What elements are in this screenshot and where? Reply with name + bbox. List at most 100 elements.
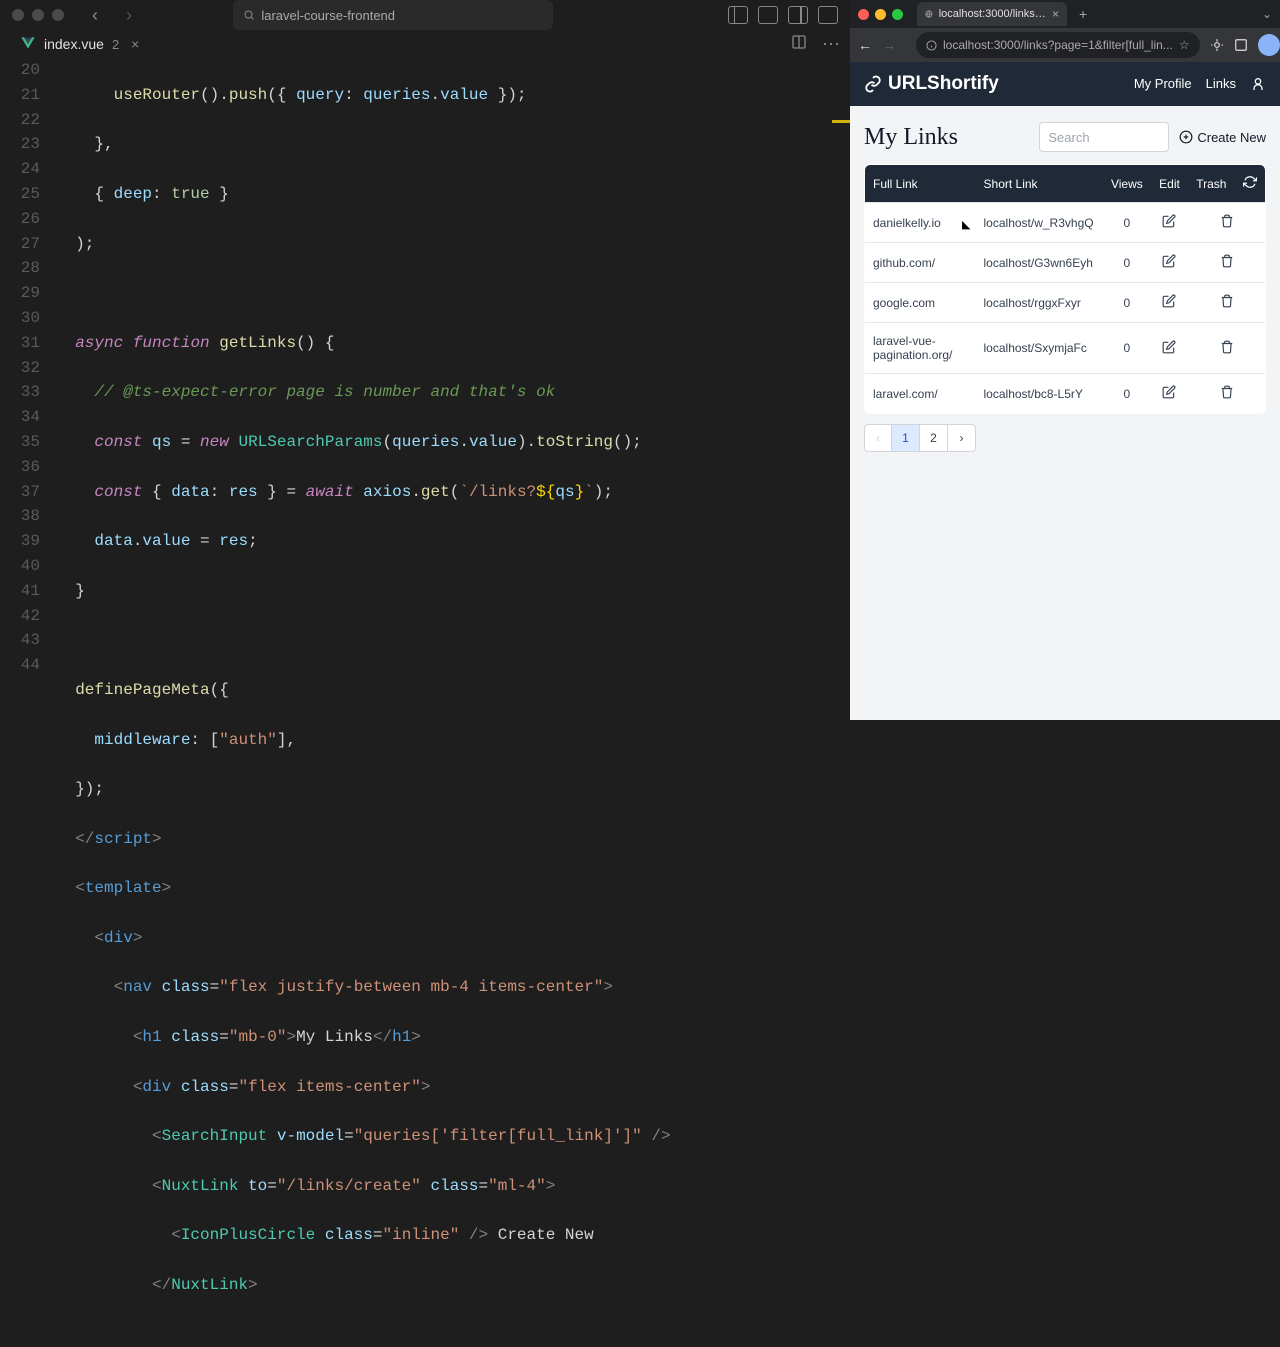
editor-toolbar: ‹ › laravel-course-frontend bbox=[0, 0, 850, 30]
editor-tab[interactable]: index.vue 2 × bbox=[10, 30, 149, 58]
browser-close[interactable] bbox=[858, 9, 869, 20]
trash-icon bbox=[1220, 340, 1234, 354]
code-area[interactable]: 2021222324 2526272829 3031323334 3536373… bbox=[0, 58, 850, 1347]
col-views[interactable]: Views bbox=[1103, 165, 1151, 203]
app-nav: My Profile Links bbox=[1134, 76, 1266, 92]
search-input[interactable]: Search bbox=[1039, 122, 1169, 152]
close-window[interactable] bbox=[12, 9, 24, 21]
edit-button[interactable] bbox=[1151, 203, 1188, 243]
edit-icon bbox=[1162, 294, 1176, 308]
col-refresh[interactable] bbox=[1235, 165, 1266, 203]
extensions-icon[interactable] bbox=[1210, 38, 1224, 52]
search-placeholder: Search bbox=[1048, 130, 1089, 145]
cell-short-link[interactable]: localhost/w_R3vhgQ bbox=[976, 203, 1103, 243]
project-name: laravel-course-frontend bbox=[261, 8, 395, 23]
nav-back[interactable]: ‹ bbox=[84, 1, 106, 30]
browser-titlebar: localhost:3000/links?page=1 × + ⌄ bbox=[850, 0, 1280, 28]
panel-left-icon[interactable] bbox=[728, 6, 748, 24]
url-text: localhost:3000/links?page=1&filter[full_… bbox=[943, 38, 1173, 52]
edit-icon bbox=[1162, 340, 1176, 354]
edit-button[interactable] bbox=[1151, 283, 1188, 323]
table-row: google.com localhost/rggxFxyr 0 bbox=[865, 283, 1266, 323]
code-editor-pane: ‹ › laravel-course-frontend index.vue 2 … bbox=[0, 0, 850, 720]
trash-icon bbox=[1220, 214, 1234, 228]
cell-full-link[interactable]: danielkelly.io bbox=[865, 203, 976, 243]
create-label: Create New bbox=[1197, 130, 1266, 145]
code-content[interactable]: useRouter().push({ query: queries.value … bbox=[56, 58, 850, 1347]
command-palette[interactable]: laravel-course-frontend bbox=[233, 0, 553, 30]
cell-full-link[interactable]: laravel-vue-pagination.org/ bbox=[865, 323, 976, 374]
table-row: github.com/ localhost/G3wn6Eyh 0 bbox=[865, 243, 1266, 283]
app-header: URLShortify My Profile Links bbox=[850, 62, 1280, 106]
minimap-marker bbox=[832, 120, 850, 123]
browser-back[interactable]: ← bbox=[858, 37, 872, 53]
vue-icon bbox=[20, 37, 36, 51]
panel-icon[interactable] bbox=[1234, 38, 1248, 52]
browser-address-bar: ← → localhost:3000/links?page=1&filter[f… bbox=[850, 28, 1280, 62]
more-actions-icon[interactable]: ⋯ bbox=[822, 34, 840, 55]
cell-full-link[interactable]: google.com bbox=[865, 283, 976, 323]
browser-tab[interactable]: localhost:3000/links?page=1 × bbox=[917, 2, 1067, 26]
delete-button[interactable] bbox=[1188, 243, 1266, 283]
cell-views: 0 bbox=[1103, 283, 1151, 323]
delete-button[interactable] bbox=[1188, 374, 1266, 414]
cell-full-link[interactable]: github.com/ bbox=[865, 243, 976, 283]
new-tab-button[interactable]: + bbox=[1079, 6, 1087, 22]
tab-badge: 2 bbox=[112, 37, 119, 52]
cell-short-link[interactable]: localhost/bc8-L5rY bbox=[976, 374, 1103, 414]
page-1[interactable]: 1 bbox=[892, 424, 920, 452]
cell-short-link[interactable]: localhost/SxymjaFc bbox=[976, 323, 1103, 374]
create-new-button[interactable]: Create New bbox=[1179, 130, 1266, 145]
delete-button[interactable] bbox=[1188, 283, 1266, 323]
minimize-window[interactable] bbox=[32, 9, 44, 21]
nav-links[interactable]: Links bbox=[1206, 76, 1236, 92]
refresh-icon bbox=[1243, 175, 1257, 189]
cell-short-link[interactable]: localhost/G3wn6Eyh bbox=[976, 243, 1103, 283]
panel-right-icon[interactable] bbox=[788, 6, 808, 24]
maximize-window[interactable] bbox=[52, 9, 64, 21]
panel-bottom-icon[interactable] bbox=[758, 6, 778, 24]
profile-avatar[interactable] bbox=[1258, 34, 1280, 56]
browser-pane: localhost:3000/links?page=1 × + ⌄ ← → lo… bbox=[850, 0, 1280, 720]
panel-layout-icon[interactable] bbox=[818, 6, 838, 24]
page-next[interactable]: › bbox=[948, 424, 976, 452]
browser-minimize[interactable] bbox=[875, 9, 886, 20]
tab-overflow-icon[interactable]: ⌄ bbox=[1262, 7, 1272, 21]
edit-button[interactable] bbox=[1151, 243, 1188, 283]
col-full-link[interactable]: Full Link bbox=[865, 165, 976, 203]
page-2[interactable]: 2 bbox=[920, 424, 948, 452]
trash-icon bbox=[1220, 385, 1234, 399]
cell-full-link[interactable]: laravel.com/ bbox=[865, 374, 976, 414]
tab-filename: index.vue bbox=[44, 36, 104, 52]
info-icon bbox=[926, 40, 937, 51]
page-header: My Links Search Create New bbox=[864, 122, 1266, 152]
cell-views: 0 bbox=[1103, 203, 1151, 243]
delete-button[interactable] bbox=[1188, 203, 1266, 243]
close-tab-icon[interactable]: × bbox=[1052, 7, 1059, 21]
app-logo[interactable]: URLShortify bbox=[864, 73, 999, 95]
browser-maximize[interactable] bbox=[892, 9, 903, 20]
col-short-link[interactable]: Short Link bbox=[976, 165, 1103, 203]
star-icon[interactable]: ☆ bbox=[1179, 38, 1190, 52]
edit-icon bbox=[1162, 214, 1176, 228]
table-row: laravel-vue-pagination.org/ localhost/Sx… bbox=[865, 323, 1266, 374]
edit-icon bbox=[1162, 385, 1176, 399]
nav-forward[interactable]: › bbox=[118, 1, 140, 30]
close-tab-icon[interactable]: × bbox=[131, 36, 139, 52]
edit-button[interactable] bbox=[1151, 374, 1188, 414]
trash-icon bbox=[1220, 254, 1234, 268]
split-editor-icon[interactable] bbox=[790, 34, 808, 50]
page-prev[interactable]: ‹ bbox=[864, 424, 892, 452]
browser-forward[interactable]: → bbox=[882, 37, 896, 53]
nav-profile[interactable]: My Profile bbox=[1134, 76, 1192, 92]
user-icon[interactable] bbox=[1250, 76, 1266, 92]
edit-button[interactable] bbox=[1151, 323, 1188, 374]
url-input[interactable]: localhost:3000/links?page=1&filter[full_… bbox=[916, 32, 1200, 58]
cell-short-link[interactable]: localhost/rggxFxyr bbox=[976, 283, 1103, 323]
trash-icon bbox=[1220, 294, 1234, 308]
window-controls bbox=[12, 9, 64, 21]
delete-button[interactable] bbox=[1188, 323, 1266, 374]
table-header-row: Full Link Short Link Views Edit Trash bbox=[865, 165, 1266, 203]
edit-icon bbox=[1162, 254, 1176, 268]
line-gutter: 2021222324 2526272829 3031323334 3536373… bbox=[0, 58, 56, 1347]
